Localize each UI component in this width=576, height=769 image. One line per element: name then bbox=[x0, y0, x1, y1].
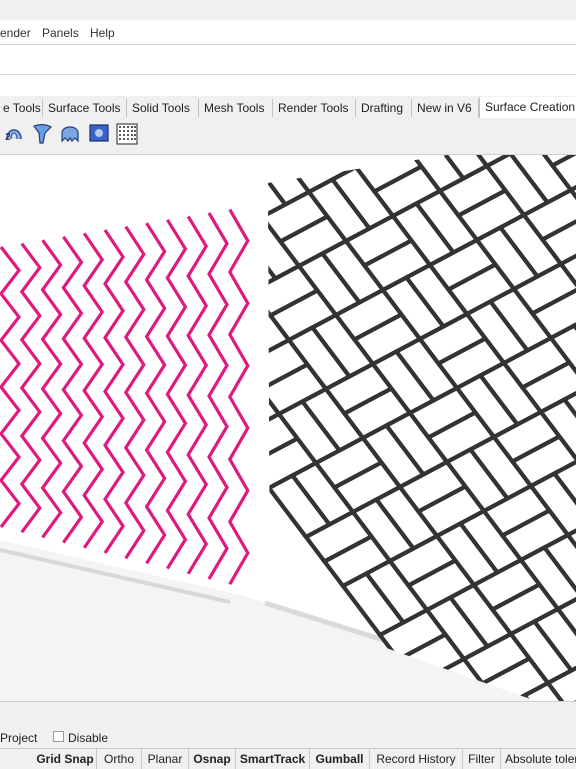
toolbar-badge: 2 bbox=[5, 132, 11, 143]
project-option[interactable]: Project bbox=[0, 731, 37, 745]
weave-bar bbox=[81, 155, 142, 157]
zigzag-curve bbox=[22, 244, 40, 533]
weave-bar bbox=[57, 155, 118, 169]
status-gumball[interactable]: Gumball bbox=[310, 749, 370, 769]
menu-bar: ender Panels Help bbox=[0, 20, 576, 44]
tab-new-in-v6[interactable]: New in V6 bbox=[412, 99, 479, 117]
status-smarttrack[interactable]: SmartTrack bbox=[236, 749, 310, 769]
status-filter[interactable]: Filter bbox=[463, 749, 501, 769]
command-divider bbox=[0, 74, 576, 75]
status-grid-snap[interactable]: Grid Snap bbox=[34, 749, 97, 769]
weave-bar bbox=[94, 155, 160, 194]
weave-bar bbox=[207, 155, 273, 168]
weave-bar bbox=[205, 304, 266, 366]
zigzag-curve bbox=[43, 240, 61, 537]
weave-bar bbox=[319, 155, 380, 167]
menu-item-render[interactable]: ender bbox=[0, 26, 31, 40]
tab-render-tools[interactable]: Render Tools bbox=[273, 99, 356, 117]
weave-bar bbox=[178, 168, 244, 218]
status-planar[interactable]: Planar bbox=[142, 749, 189, 769]
toolbar-tabs: e Tools Surface Tools Solid Tools Mesh T… bbox=[0, 96, 576, 119]
disable-checkbox[interactable] bbox=[53, 731, 64, 742]
status-bar: Grid Snap Ortho Planar Osnap SmartTrack … bbox=[0, 748, 576, 769]
tab-solid-tools[interactable]: Solid Tools bbox=[127, 99, 199, 117]
weave-bar bbox=[165, 155, 226, 181]
tab-curve-tools[interactable]: e Tools bbox=[0, 99, 43, 117]
network-surface-icon[interactable] bbox=[59, 121, 81, 147]
status-ortho[interactable]: Ortho bbox=[97, 749, 142, 769]
zigzag-curve bbox=[105, 230, 123, 553]
status-osnap[interactable]: Osnap bbox=[189, 749, 236, 769]
zigzag-curve bbox=[209, 213, 227, 579]
weave-bar bbox=[29, 155, 95, 194]
weave-bar bbox=[10, 155, 76, 170]
zigzag-curve bbox=[230, 210, 248, 585]
tab-surface-tools[interactable]: Surface Tools bbox=[43, 99, 127, 117]
tab-drafting[interactable]: Drafting bbox=[356, 99, 412, 117]
zigzag-curve bbox=[63, 237, 81, 543]
weave-bar bbox=[47, 182, 108, 244]
status-absolute-tolerance[interactable]: Absolute toler bbox=[501, 749, 576, 769]
perspective-viewport[interactable] bbox=[0, 155, 576, 701]
disable-option-label: Disable bbox=[68, 731, 108, 745]
patch-surface-icon[interactable] bbox=[88, 121, 110, 147]
surface-creation-toolbar: 2 bbox=[0, 118, 576, 155]
weave-bar bbox=[272, 155, 338, 168]
zigzag-curve bbox=[1, 247, 19, 527]
menu-item-help[interactable]: Help bbox=[90, 26, 115, 40]
command-area[interactable] bbox=[0, 44, 576, 97]
menu-item-panels[interactable]: Panels bbox=[42, 26, 79, 40]
zigzag-curve bbox=[167, 220, 185, 569]
zigzag-curve bbox=[84, 233, 102, 547]
point-grid-surface-icon[interactable] bbox=[116, 121, 138, 147]
weave-bar bbox=[197, 193, 263, 243]
status-record-history[interactable]: Record History bbox=[370, 749, 463, 769]
weave-bar bbox=[145, 267, 206, 329]
weave-bar bbox=[113, 169, 179, 219]
zigzag-curve bbox=[126, 227, 144, 559]
tab-mesh-tools[interactable]: Mesh Tools bbox=[199, 99, 273, 117]
viewport-scene bbox=[0, 155, 576, 701]
weave-bar bbox=[141, 155, 202, 193]
zigzag-curve bbox=[188, 216, 206, 573]
zigzag-curve bbox=[147, 223, 165, 563]
tab-surface-creation[interactable]: Surface Creation bbox=[479, 97, 576, 118]
osnap-panel: Project Disable bbox=[0, 701, 576, 749]
weave-bar bbox=[71, 169, 132, 231]
sweep-surface-icon[interactable] bbox=[31, 121, 53, 147]
